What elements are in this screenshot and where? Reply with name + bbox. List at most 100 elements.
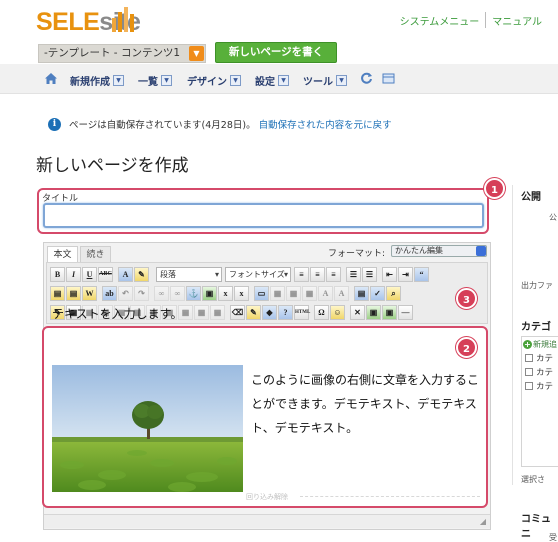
home-icon[interactable] xyxy=(44,72,58,85)
category-label: カテ xyxy=(536,368,554,378)
template-button[interactable]: ▤ xyxy=(354,285,369,301)
superscript-button[interactable]: x xyxy=(234,285,249,301)
align-right-button[interactable]: ≡ xyxy=(326,266,341,282)
blockquote-button[interactable]: “ xyxy=(414,266,429,282)
style-button-2[interactable]: ▦ xyxy=(286,285,301,301)
checkbox[interactable] xyxy=(525,368,533,376)
publish-sub-label: 公 xyxy=(549,213,557,222)
publish-heading: 公開 xyxy=(521,192,541,203)
manual-link[interactable]: マニュアル xyxy=(486,13,548,28)
screen-icon[interactable] xyxy=(382,72,395,85)
checkbox[interactable] xyxy=(525,382,533,390)
image-right-button[interactable]: ▣ xyxy=(382,304,397,320)
restore-autosave-link[interactable]: 自動保存された内容を元に戻す xyxy=(259,117,392,131)
subscript-button[interactable]: x xyxy=(218,285,233,301)
title-input[interactable] xyxy=(43,203,484,228)
menu-list[interactable]: 一覧 ▼ xyxy=(138,73,172,88)
category-checkbox[interactable]: カテ xyxy=(525,366,553,378)
outdent-button[interactable]: ⇤ xyxy=(382,266,397,282)
bold-button[interactable]: B xyxy=(50,266,65,282)
logo-text-sele: SELE xyxy=(36,8,100,36)
strikethrough-button[interactable]: ABC xyxy=(98,266,113,282)
tab-continued[interactable]: 続き xyxy=(80,246,111,263)
menu-settings[interactable]: 設定 ▼ xyxy=(255,73,289,88)
merge-cells-button[interactable]: ▦ xyxy=(210,304,225,320)
paste-text-button[interactable]: ▤ xyxy=(66,285,81,301)
float-clear-marker: 回り込み解除 xyxy=(246,493,288,501)
content-image[interactable] xyxy=(52,365,243,492)
image-button[interactable]: ▣ xyxy=(202,285,217,301)
system-menu-link[interactable]: システムメニュー xyxy=(394,13,486,28)
html-button[interactable]: HTML xyxy=(294,304,310,320)
tab-main-body[interactable]: 本文 xyxy=(47,246,78,263)
spellcheck-button[interactable]: ✓ xyxy=(370,285,385,301)
style-button-3[interactable]: ▦ xyxy=(302,285,317,301)
category-label: カテ xyxy=(536,354,554,364)
menu-tools[interactable]: ツール ▼ xyxy=(303,73,347,88)
numbered-list-button[interactable]: ☰ xyxy=(362,266,377,282)
menu-design-label: デザイン xyxy=(187,77,227,88)
preview-button[interactable]: ⌕ xyxy=(386,285,401,301)
style-button-4[interactable]: A xyxy=(318,285,333,301)
paste-button[interactable]: ▤ xyxy=(50,285,65,301)
refresh-icon[interactable] xyxy=(360,72,373,85)
emoticon-icon[interactable]: ☺ xyxy=(330,304,345,320)
italic-button[interactable]: I xyxy=(66,266,81,282)
callout-badge-1: 1 xyxy=(484,178,505,199)
menu-list-label: 一覧 xyxy=(138,77,158,88)
anchor-icon[interactable]: ⚓ xyxy=(186,285,201,301)
plus-icon: + xyxy=(523,340,532,349)
underline-button[interactable]: U xyxy=(82,266,97,282)
chevron-down-icon: ▼ xyxy=(189,46,204,61)
paint-button[interactable]: ◆ xyxy=(262,304,277,320)
format-select[interactable]: かんたん編集 xyxy=(391,245,487,257)
chevron-down-icon: ▼ xyxy=(113,75,124,86)
menu-new[interactable]: 新規作成 ▼ xyxy=(70,73,124,88)
link-button[interactable]: ∞ xyxy=(154,285,169,301)
menu-design[interactable]: デザイン ▼ xyxy=(187,73,241,88)
category-checkbox[interactable]: カテ xyxy=(525,352,553,364)
template-select-value: -テンプレート - コンテンツ1 xyxy=(44,47,181,59)
checkbox[interactable] xyxy=(525,354,533,362)
style-button-1[interactable]: ▦ xyxy=(270,285,285,301)
add-category-link[interactable]: + 新規追 xyxy=(523,339,557,350)
highlight-color-button[interactable]: ✎ xyxy=(134,266,149,282)
template-select[interactable]: -テンプレート - コンテンツ1 ▼ xyxy=(38,44,206,63)
unlink-button[interactable]: ∞ xyxy=(170,285,185,301)
align-left-button[interactable]: ≡ xyxy=(294,266,309,282)
resize-grip-icon[interactable]: ◢ xyxy=(480,517,486,526)
eraser-button[interactable]: ⌫ xyxy=(230,304,245,320)
toolbar-row-1: B I U ABC A ✎ 段落 フォントサイズ ≡ ≡ ≡ ☰ ☰ ⇤ ⇥ “ xyxy=(50,266,430,282)
main-menu-bar: 新規作成 ▼ 一覧 ▼ デザイン ▼ 設定 ▼ ツール ▼ xyxy=(0,64,558,94)
image-left-button[interactable]: ▣ xyxy=(366,304,381,320)
content-body-text: このように画像の右側に文章を入力することができます。デモテキスト、デモテキスト、… xyxy=(251,373,480,435)
menu-new-label: 新規作成 xyxy=(70,77,110,88)
help-button[interactable]: ? xyxy=(278,304,293,320)
style-button-5[interactable]: A xyxy=(334,285,349,301)
horizontal-rule-button[interactable]: — xyxy=(398,304,413,320)
new-page-button[interactable]: 新しいページを書く xyxy=(215,42,337,63)
find-replace-button[interactable]: ab xyxy=(102,285,117,301)
header: SELEsite システムメニュー マニュアル -テンプレート - コンテンツ1… xyxy=(0,0,558,64)
redo-button[interactable]: ↷ xyxy=(134,285,149,301)
split-cells-button[interactable]: ▦ xyxy=(194,304,209,320)
category-checkbox[interactable]: カテ xyxy=(525,380,553,392)
callout-badge-2: 2 xyxy=(456,337,477,358)
media-button[interactable]: ▭ xyxy=(254,285,269,301)
chevron-down-icon: ▼ xyxy=(161,75,172,86)
undo-button[interactable]: ↶ xyxy=(118,285,133,301)
selected-label: 選択さ xyxy=(521,475,545,484)
paste-word-button[interactable]: W xyxy=(82,285,97,301)
menu-tools-label: ツール xyxy=(303,77,333,88)
special-char-button[interactable]: Ω xyxy=(314,304,329,320)
align-center-button[interactable]: ≡ xyxy=(310,266,325,282)
indent-button[interactable]: ⇥ xyxy=(398,266,413,282)
chevron-down-icon: ▼ xyxy=(278,75,289,86)
paragraph-select[interactable]: 段落 xyxy=(156,266,222,282)
bullet-list-button[interactable]: ☰ xyxy=(346,266,361,282)
edit-button[interactable]: ✎ xyxy=(246,304,261,320)
text-color-button[interactable]: A xyxy=(118,266,133,282)
menu-settings-label: 設定 xyxy=(255,77,275,88)
font-size-select[interactable]: フォントサイズ xyxy=(225,266,291,282)
page-break-button[interactable]: ✕ xyxy=(350,304,365,320)
